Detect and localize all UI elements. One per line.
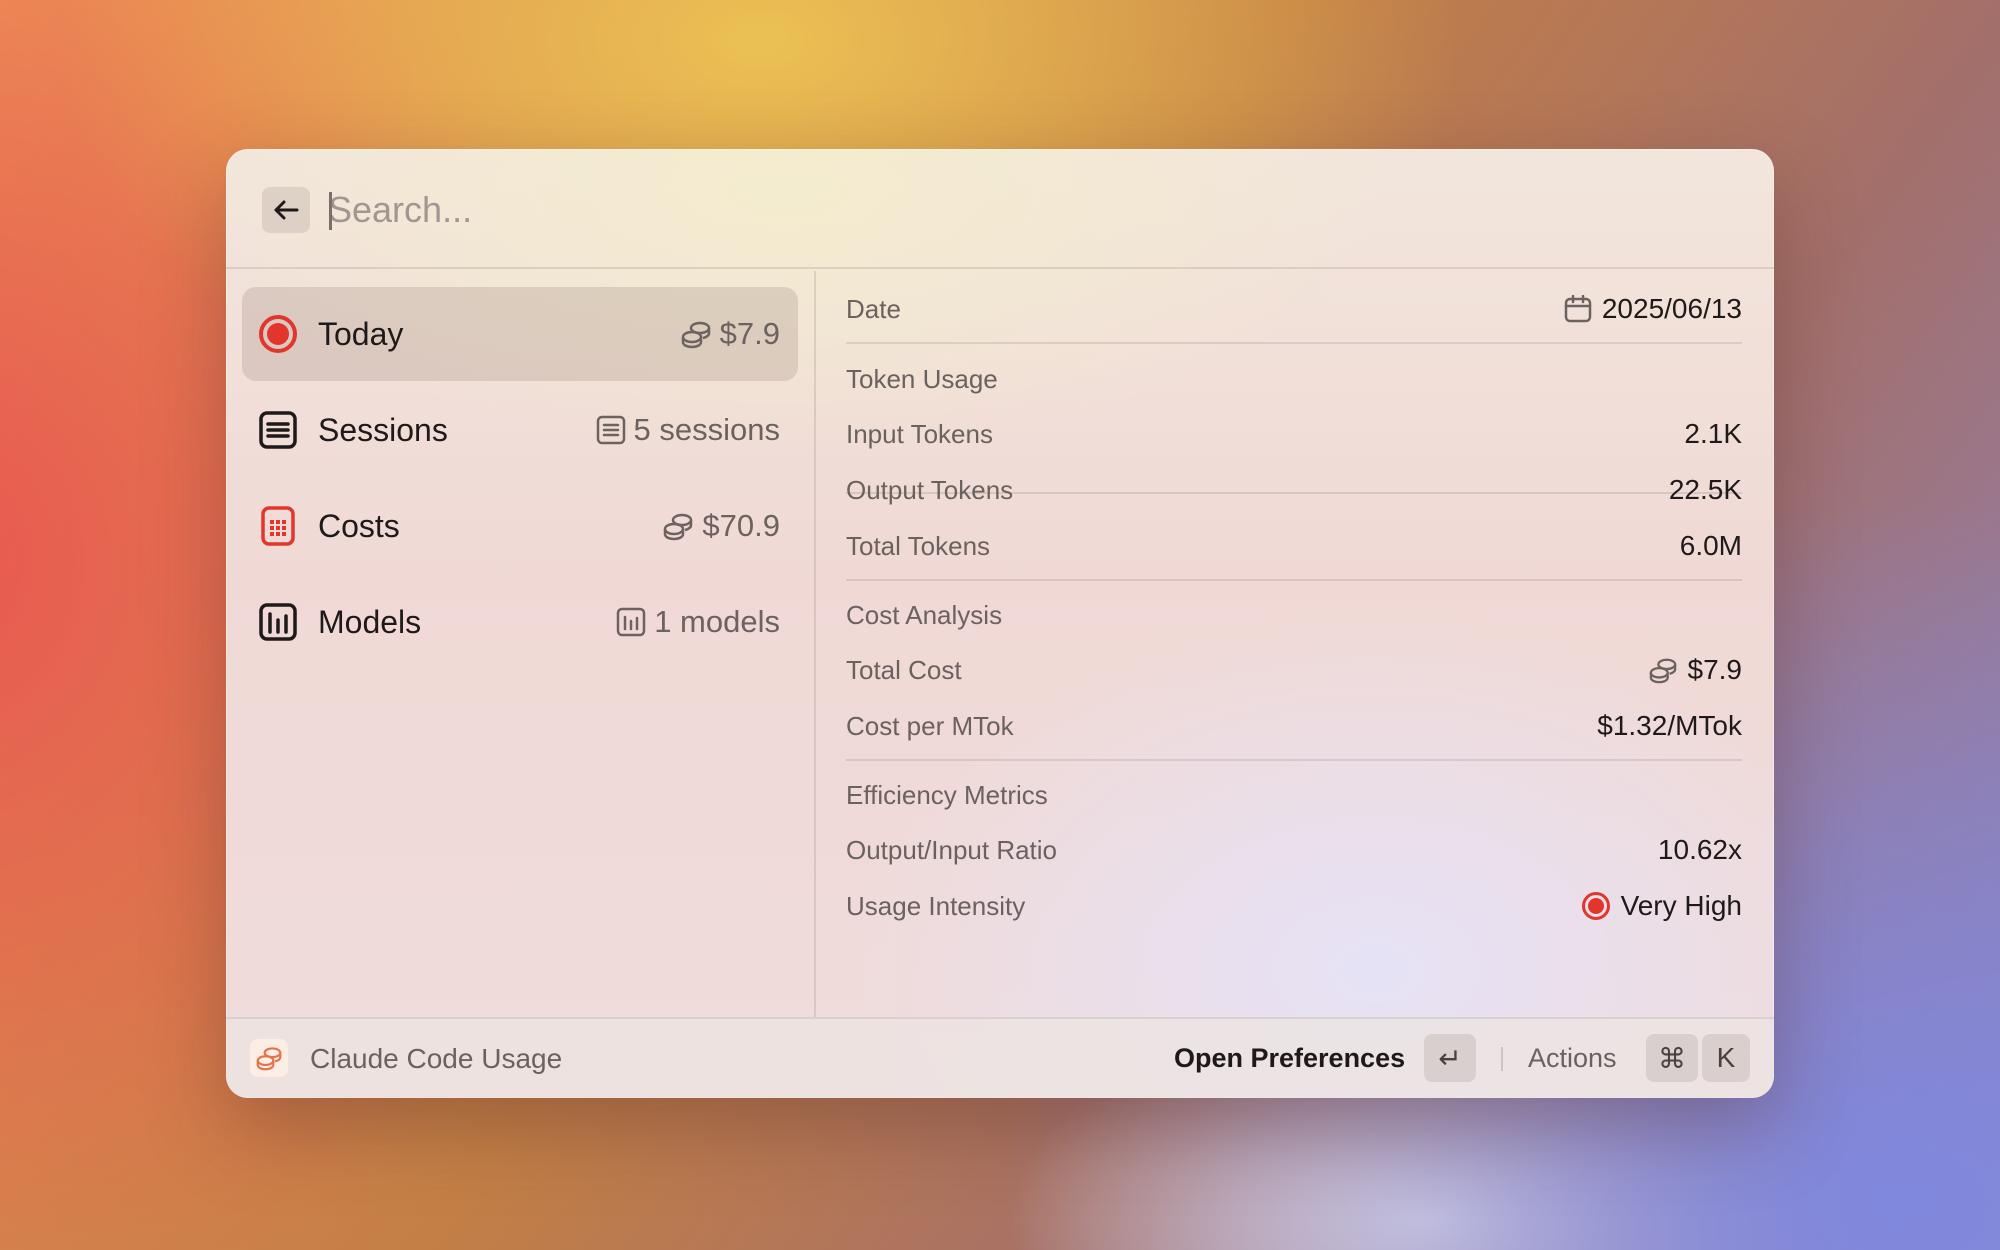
metadata-value: 2.1K [1684, 418, 1742, 449]
metadata-label: Output/Input Ratio [846, 834, 1058, 865]
accessory-text: $70.9 [702, 508, 780, 543]
bar-chart-icon [259, 603, 297, 641]
bar-chart-icon [616, 607, 646, 637]
search-bar [226, 149, 1774, 269]
metadata-label: Input Tokens [846, 418, 993, 449]
accessory-text: 5 sessions [633, 412, 780, 447]
search-input[interactable] [328, 185, 1728, 235]
coins-icon [681, 321, 710, 349]
metadata-label: Output Tokens [846, 474, 1014, 505]
intensity-value: Very High [1620, 890, 1742, 921]
coins-icon [256, 1047, 282, 1071]
action-bar: Claude Code Usage Open Preferences ↵ Act… [226, 1017, 1774, 1098]
list-item-accessory: $70.9 [662, 508, 780, 544]
cmd-key-hint: ⌘ [1646, 1034, 1698, 1082]
metadata-value: 6.0M [1679, 530, 1742, 561]
metadata-label: Total Tokens [846, 530, 991, 561]
document-list-icon [259, 411, 297, 449]
accessory-text: 1 models [654, 604, 780, 639]
detail-metadata: Token Usage Input Tokens 2.1K Output Tok… [846, 271, 1742, 1071]
metadata-row-input-tokens: Input Tokens 2.1K [846, 406, 1742, 462]
accessory-text: $7.9 [719, 316, 780, 351]
pane-divider [814, 271, 816, 1017]
list-item-costs[interactable]: Costs $70.9 [242, 479, 798, 573]
separator [846, 759, 1742, 761]
open-preferences-button[interactable]: Open Preferences [1174, 1043, 1405, 1074]
metadata-label: Total Cost [846, 654, 962, 685]
enter-key-hint: ↵ [1424, 1034, 1476, 1082]
list-item-models[interactable]: Models 1 models [242, 575, 798, 669]
metadata-row-ratio: Output/Input Ratio 10.62x [846, 822, 1742, 878]
metadata-row-total-tokens: Total Tokens 6.0M [846, 518, 1742, 574]
record-circle-icon [1581, 892, 1610, 920]
section-token-usage: Token Usage [846, 364, 998, 394]
section-efficiency-metrics: Efficiency Metrics [846, 780, 1048, 810]
coins-icon [1649, 658, 1676, 684]
list-item-accessory: 1 models [616, 604, 780, 640]
section-cost-analysis: Cost Analysis [846, 600, 1003, 630]
list-item-label: Today [318, 315, 404, 352]
total-cost-value: $7.9 [1687, 654, 1743, 685]
list-item-label: Models [318, 603, 422, 640]
extension-icon [250, 1039, 288, 1077]
metadata-value: $1.32/MTok [1597, 710, 1742, 741]
text-caret [329, 192, 332, 230]
document-list-icon [596, 415, 625, 445]
back-button[interactable] [262, 187, 310, 233]
separator [846, 342, 1742, 344]
coins-icon [664, 513, 693, 541]
metadata-value: Very High [1581, 890, 1742, 922]
list-item-label: Costs [318, 507, 400, 544]
separator [846, 579, 1742, 581]
metadata-label: Cost per MTok [846, 710, 1014, 741]
action-bar-bg: Claude Code Usage Open Preferences ↵ Act… [226, 1017, 1774, 1098]
metadata-row-cost-per-mtok: Cost per MTok $1.32/MTok [846, 698, 1742, 754]
metadata-value: 10.62x [1657, 834, 1742, 865]
list-item-accessory: $7.9 [680, 316, 780, 352]
command-list: Today $7.9 Sessions 5 sessions Costs $70… [226, 271, 814, 1017]
metadata-value: $7.9 [1648, 654, 1743, 686]
metadata-row-output-tokens: Output Tokens 22.5K [846, 462, 1742, 518]
list-item-accessory: 5 sessions [596, 412, 780, 448]
metadata-row-total-cost: Total Cost $7.9 [846, 642, 1742, 698]
action-separator [1501, 1047, 1503, 1071]
record-circle-icon [259, 315, 297, 353]
metadata-value: 22.5K [1668, 474, 1742, 505]
arrow-left-icon [274, 200, 299, 220]
k-key-hint: K [1702, 1034, 1750, 1082]
metadata-row-usage-intensity: Usage Intensity Very High [846, 878, 1742, 934]
list-item-sessions[interactable]: Sessions 5 sessions [242, 383, 798, 477]
actions-button[interactable]: Actions [1528, 1043, 1617, 1074]
extension-title: Claude Code Usage [310, 1043, 563, 1074]
calculator-icon [261, 506, 295, 546]
list-item-label: Sessions [318, 411, 448, 448]
list-item-today[interactable]: Today $7.9 [242, 287, 798, 381]
metadata-label: Usage Intensity [846, 890, 1026, 921]
